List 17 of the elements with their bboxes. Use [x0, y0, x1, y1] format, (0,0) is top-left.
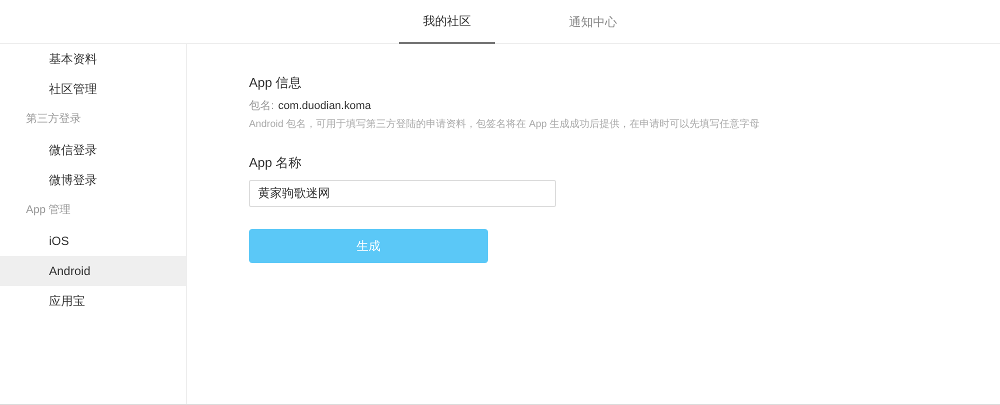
sidebar-group-label: App 管理	[25, 203, 72, 218]
sidebar-item[interactable]: iOS	[0, 226, 186, 256]
sidebar-item[interactable]: 微博登录	[0, 165, 186, 195]
hint-text: Android 包名，可用于填写第三方登陆的申请资料，包签名将在 App 生成成功后提供，在申请时可以先填写任意字母	[249, 118, 760, 132]
sidebar-item[interactable]: 社区管理	[0, 74, 186, 104]
sidebar-item[interactable]: 应用宝	[0, 286, 186, 316]
sidebar-item[interactable]: 微信登录	[0, 135, 186, 165]
tab[interactable]: 通知中心	[545, 0, 641, 43]
sidebar-group-label: 第三方登录	[25, 112, 82, 128]
input-field[interactable]: 黄家驹歌迷网	[249, 180, 556, 207]
field-label: App 名称	[249, 154, 302, 172]
package-value: com.duodian.koma	[278, 99, 372, 114]
sidebar-item[interactable]: Android	[0, 256, 186, 286]
sidebar-item[interactable]: 基本资料	[0, 44, 186, 74]
section-title: App 信息	[249, 74, 302, 92]
package-label: 包名:	[249, 99, 274, 114]
tab[interactable]: 我的社区	[399, 0, 495, 44]
